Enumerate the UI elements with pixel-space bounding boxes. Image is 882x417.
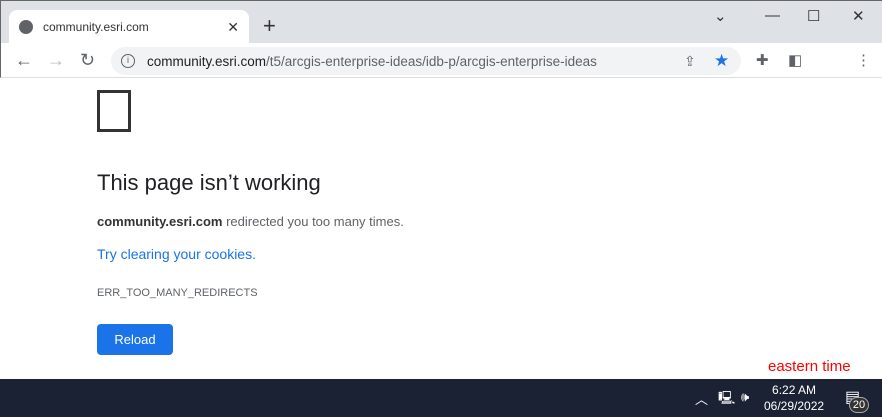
clear-cookies-link[interactable]: Try clearing your cookies. (97, 246, 256, 262)
volume-icon[interactable]: 🕪 (741, 389, 749, 405)
reload-button[interactable]: Reload (97, 324, 173, 355)
globe-icon (19, 20, 33, 34)
error-title: This page isn’t working (97, 170, 321, 195)
notification-count: 20 (849, 397, 869, 413)
tab-title: community.esri.com (43, 20, 149, 34)
share-icon[interactable]: ⇪ (684, 53, 696, 70)
address-bar[interactable]: i community.esri.com/t5/arcgis-enterpris… (111, 47, 741, 75)
sad-document-icon (97, 90, 131, 132)
time: 6:22 AM (772, 383, 817, 397)
error-host: community.esri.com (97, 214, 223, 229)
menu-icon[interactable]: ⋮ (856, 51, 871, 69)
close-window-button[interactable]: ✕ (852, 7, 865, 25)
back-button[interactable]: ← (15, 50, 33, 71)
clock[interactable]: 6:22 AM 06/29/2022 (764, 382, 824, 414)
url-path: /t5/arcgis-enterprise-ideas/idb-p/arcgis… (266, 53, 597, 69)
bookmark-star-icon[interactable]: ★ (714, 51, 729, 71)
tab-active[interactable]: community.esri.com ✕ (9, 10, 249, 44)
info-icon[interactable]: i (121, 54, 135, 68)
extensions-icon[interactable]: ✚ (756, 51, 769, 69)
show-hidden-icons[interactable]: ︿ (695, 389, 708, 408)
reload-icon[interactable]: ↻ (80, 50, 95, 71)
forward-button[interactable]: → (47, 50, 65, 71)
error-code: ERR_TOO_MANY_REDIRECTS (97, 287, 258, 299)
close-tab-icon[interactable]: ✕ (227, 19, 239, 36)
taskbar: ︿ 🖳 🕪 6:22 AM 06/29/2022 ▤ 20 (0, 379, 882, 417)
tab-search-icon[interactable]: ⌄ (714, 7, 727, 25)
url-host: community.esri.com (147, 53, 267, 69)
annotation-text: eastern time (768, 358, 851, 375)
minimize-button[interactable]: — (765, 7, 780, 24)
date: 06/29/2022 (764, 399, 825, 413)
network-icon[interactable]: 🖳 (718, 389, 735, 411)
maximize-button[interactable]: ☐ (807, 7, 820, 25)
new-tab-button[interactable]: + (263, 13, 276, 39)
error-message: redirected you too many times. (222, 214, 404, 229)
side-panel-icon[interactable]: ◧ (788, 51, 802, 69)
toolbar: ← → ↻ i community.esri.com/t5/arcgis-ent… (0, 43, 882, 78)
tab-strip: community.esri.com ✕ + ⌄ — ☐ ✕ (0, 0, 882, 44)
